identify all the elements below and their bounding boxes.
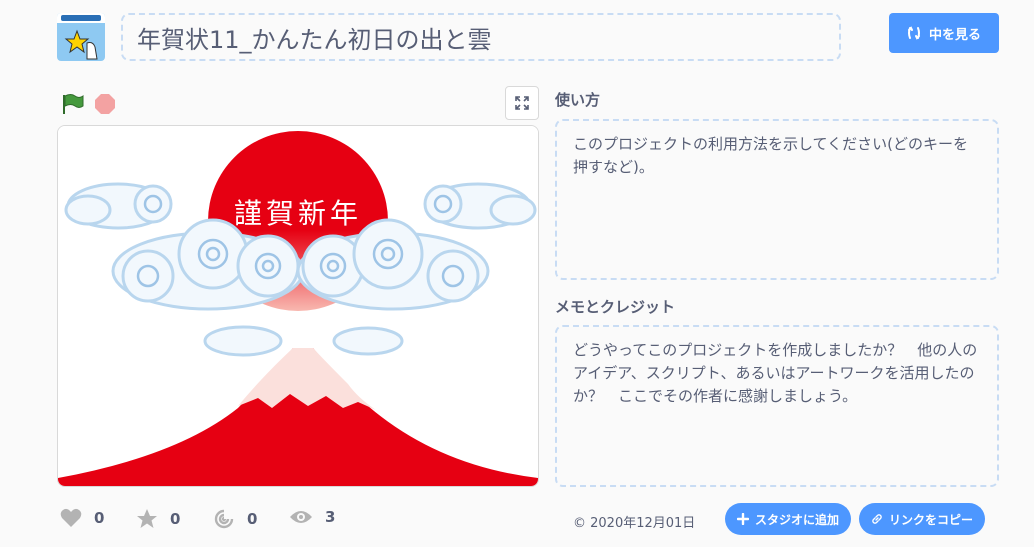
plus-icon <box>736 513 749 525</box>
remix-stat: 0 <box>213 508 257 530</box>
green-flag-icon[interactable] <box>61 93 85 114</box>
instructions-textarea[interactable]: このプロジェクトの利用方法を示してください(どのキーを押すなど)。 <box>555 119 999 280</box>
view-stat: 3 <box>289 508 335 526</box>
star-icon <box>137 509 157 528</box>
love-stat[interactable]: 0 <box>60 508 104 528</box>
stop-icon[interactable] <box>94 93 116 115</box>
instructions-placeholder: このプロジェクトの利用方法を示してください(どのキーを押すなど)。 <box>573 135 968 176</box>
notes-textarea[interactable]: どうやってこのプロジェクトを作成しましたか？ 他の人のアイデア、スクリプト、ある… <box>555 325 999 487</box>
project-title: 年賀状11_かんたん初日の出と雲 <box>137 25 492 54</box>
see-inside-icon <box>907 26 920 40</box>
remix-count: 0 <box>247 510 258 528</box>
instructions-heading: 使い方 <box>555 91 601 109</box>
add-to-studio-button[interactable]: スタジオに追加 <box>725 503 851 535</box>
view-count: 3 <box>325 508 336 526</box>
link-icon <box>872 514 882 524</box>
remix-icon <box>214 509 234 529</box>
fullscreen-button[interactable] <box>505 86 539 120</box>
eye-icon <box>290 511 312 523</box>
share-date: © 2020年12月01日 <box>573 516 696 531</box>
favorite-count: 0 <box>170 510 181 528</box>
favorite-stat[interactable]: 0 <box>136 508 180 530</box>
copy-link-button[interactable]: リンクをコピー <box>859 503 985 535</box>
notes-heading: メモとクレジット <box>555 298 676 316</box>
fullscreen-icon <box>515 96 529 110</box>
greeting-text: 謹賀新年 <box>234 197 362 230</box>
love-count: 0 <box>94 509 105 527</box>
project-title-input[interactable]: 年賀状11_かんたん初日の出と雲 <box>121 13 841 61</box>
project-stage[interactable]: 謹賀新年 <box>57 125 539 487</box>
see-inside-label: 中を見る <box>928 27 981 43</box>
project-thumbnail <box>57 13 105 61</box>
add-to-studio-label: スタジオに追加 <box>754 512 839 527</box>
see-inside-button[interactable]: 中を見る <box>889 13 999 53</box>
heart-icon <box>60 508 82 527</box>
notes-placeholder: どうやってこのプロジェクトを作成しましたか？ 他の人のアイデア、スクリプト、ある… <box>573 341 978 405</box>
copy-link-label: リンクをコピー <box>888 512 973 527</box>
